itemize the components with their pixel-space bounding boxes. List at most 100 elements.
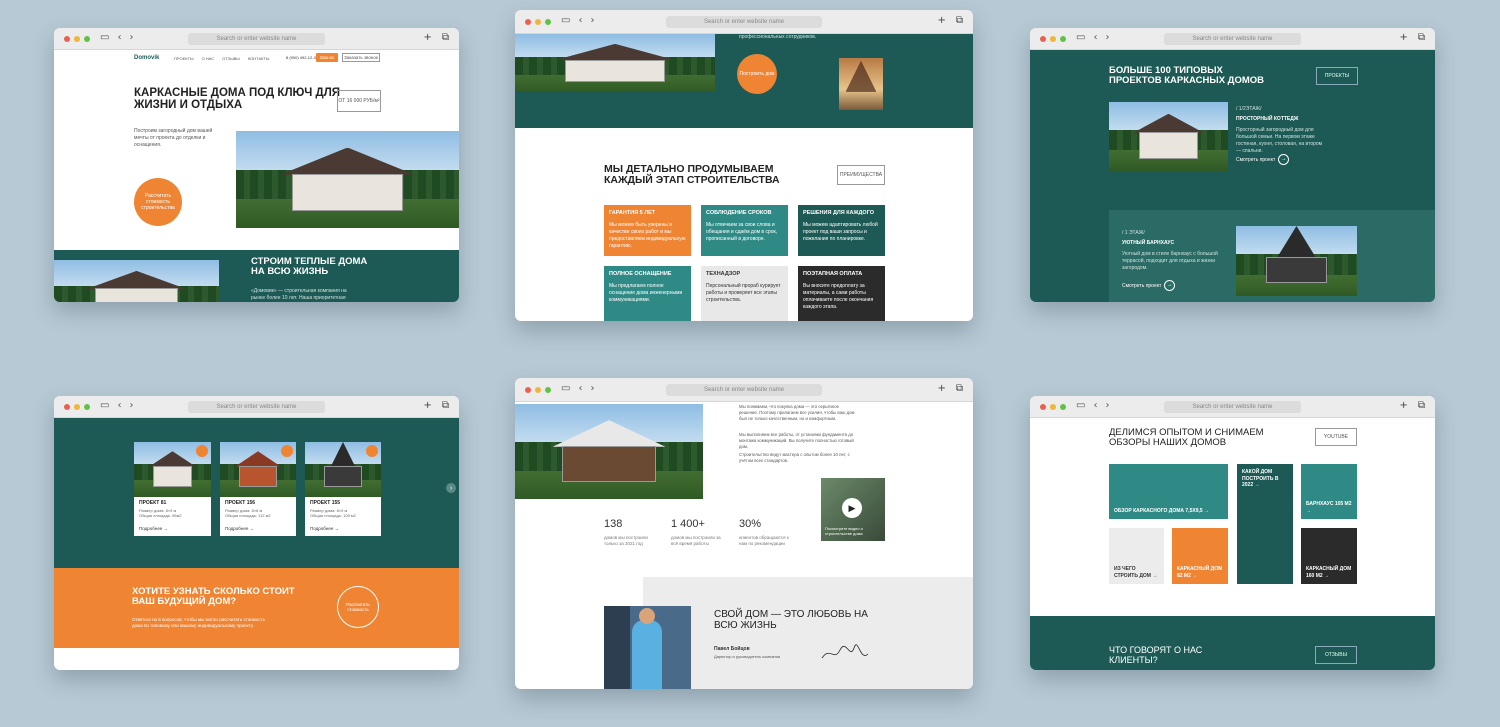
address-bar[interactable]: Search or enter website name bbox=[1163, 33, 1302, 45]
main-nav: ПРОЕКТЫ О НАС ОТЗЫВЫ КОНТАКТЫ bbox=[174, 56, 269, 61]
back-icon[interactable]: ‹ bbox=[117, 400, 121, 411]
more-link[interactable]: Подробнее → bbox=[310, 526, 339, 531]
video-tile[interactable]: КАРКАСНЫЙ ДОМ 82 М2 → bbox=[1172, 528, 1228, 584]
minimize-dot-icon[interactable] bbox=[535, 387, 541, 393]
view-project-link[interactable]: Смотреть проект → bbox=[1122, 280, 1176, 291]
address-bar[interactable]: Search or enter website name bbox=[187, 33, 326, 45]
call-button[interactable]: Звонок bbox=[316, 53, 338, 62]
link-label: Смотреть проект bbox=[1236, 156, 1276, 163]
address-bar[interactable]: Search or enter website name bbox=[666, 384, 822, 396]
address-bar[interactable]: Search or enter website name bbox=[666, 16, 822, 28]
project-card[interactable]: ПРОЕКТ 156 Размер дома: 8×8 м Общая площ… bbox=[220, 442, 296, 536]
tabs-icon[interactable]: ⧉ bbox=[956, 15, 963, 26]
project-card[interactable]: ПРОЕКТ 155 Размер дома: 8×9 м Общая площ… bbox=[305, 442, 381, 536]
project-text: Уютный дом в стиле барнхаус с большой те… bbox=[1122, 251, 1218, 271]
more-link[interactable]: Подробнее → bbox=[139, 526, 168, 531]
youtube-bracket[interactable]: YOUTUBE bbox=[1315, 428, 1357, 446]
address-bar[interactable]: Search or enter website name bbox=[1163, 401, 1302, 413]
video-tile[interactable]: КАРКАСНЫЙ ДОМ 160 М2 → bbox=[1301, 528, 1357, 584]
calculate-button[interactable]: Рассчитать стоимость bbox=[337, 586, 379, 628]
forward-icon[interactable]: › bbox=[590, 383, 594, 394]
forward-icon[interactable]: › bbox=[1105, 400, 1109, 411]
videos-title: ДЕЛИМСЯ ОПЫТОМ И СНИМАЕМ ОБЗОРЫ НАШИХ ДО… bbox=[1109, 427, 1264, 449]
forward-icon[interactable]: › bbox=[1105, 32, 1109, 43]
back-icon[interactable]: ‹ bbox=[1093, 32, 1097, 43]
new-tab-icon[interactable]: + bbox=[423, 400, 431, 411]
video-tile[interactable]: ИЗ ЧЕГО СТРОИТЬ ДОМ → bbox=[1109, 528, 1164, 584]
video-tile[interactable]: ОБЗОР КАРКАСНОГО ДОМА 7,5Х9,5 → bbox=[1109, 464, 1228, 519]
maximize-dot-icon[interactable] bbox=[1060, 36, 1066, 42]
sidebar-icon[interactable]: ▭ bbox=[1076, 32, 1085, 43]
sidebar-icon[interactable]: ▭ bbox=[561, 383, 570, 394]
about-paragraph: Строительство ведут мастера с опытом бол… bbox=[739, 452, 850, 464]
site-logo[interactable]: Domovik bbox=[134, 55, 159, 61]
sidebar-icon[interactable]: ▭ bbox=[100, 32, 109, 43]
forward-icon[interactable]: › bbox=[129, 400, 133, 411]
close-dot-icon[interactable] bbox=[525, 19, 531, 25]
quote-title: СВОЙ ДОМ — ЭТО ЛЮБОВЬ НА ВСЮ ЖИЗНЬ bbox=[714, 609, 868, 631]
slider-next-arrow-icon[interactable]: › bbox=[446, 483, 456, 493]
video-tile[interactable]: БАРНХАУС 105 М2 → bbox=[1301, 464, 1357, 519]
stat-value: 1 400+ bbox=[671, 518, 705, 530]
feature-title: ПОЭТАПНАЯ ОПЛАТА bbox=[803, 271, 863, 277]
person-role: Директор и руководитель компании bbox=[714, 654, 781, 659]
back-icon[interactable]: ‹ bbox=[578, 383, 582, 394]
minimize-dot-icon[interactable] bbox=[1050, 404, 1056, 410]
back-icon[interactable]: ‹ bbox=[117, 32, 121, 43]
new-tab-icon[interactable]: + bbox=[1399, 400, 1407, 411]
forward-icon[interactable]: › bbox=[590, 15, 594, 26]
close-dot-icon[interactable] bbox=[64, 36, 70, 42]
minimize-dot-icon[interactable] bbox=[1050, 36, 1056, 42]
tabs-icon[interactable]: ⧉ bbox=[1418, 400, 1425, 411]
calculator-section bbox=[54, 568, 459, 648]
new-tab-icon[interactable]: + bbox=[937, 383, 945, 394]
new-tab-icon[interactable]: + bbox=[423, 32, 431, 43]
close-dot-icon[interactable] bbox=[525, 387, 531, 393]
maximize-dot-icon[interactable] bbox=[84, 36, 90, 42]
close-dot-icon[interactable] bbox=[1040, 36, 1046, 42]
back-icon[interactable]: ‹ bbox=[578, 15, 582, 26]
maximize-dot-icon[interactable] bbox=[545, 387, 551, 393]
nav-item-reviews[interactable]: ОТЗЫВЫ bbox=[222, 56, 240, 61]
project-title: ПРОЕКТ 155 bbox=[310, 500, 341, 507]
view-project-link[interactable]: Смотреть проект → bbox=[1236, 154, 1290, 165]
tabs-icon[interactable]: ⧉ bbox=[442, 32, 449, 43]
sidebar-icon[interactable]: ▭ bbox=[100, 400, 109, 411]
feature-card: ПОЛНОЕ ОСНАЩЕНИЕ Мы предлагаем полное осн… bbox=[604, 266, 691, 321]
calculator-title: ХОТИТЕ УЗНАТЬ СКОЛЬКО СТОИТ ВАШ БУДУЩИЙ … bbox=[132, 586, 295, 608]
new-tab-icon[interactable]: + bbox=[937, 15, 945, 26]
nav-item-projects[interactable]: ПРОЕКТЫ bbox=[174, 56, 194, 61]
callback-button[interactable]: Заказать звонок bbox=[342, 53, 380, 62]
tabs-icon[interactable]: ⧉ bbox=[956, 383, 963, 394]
maximize-dot-icon[interactable] bbox=[545, 19, 551, 25]
about-title: СТРОИМ ТЕПЛЫЕ ДОМА НА ВСЮ ЖИЗНЬ bbox=[251, 256, 368, 278]
forward-icon[interactable]: › bbox=[129, 32, 133, 43]
address-bar[interactable]: Search or enter website name bbox=[187, 401, 326, 413]
back-icon[interactable]: ‹ bbox=[1093, 400, 1097, 411]
play-icon[interactable]: ▶ bbox=[842, 498, 862, 518]
sidebar-icon[interactable]: ▭ bbox=[1076, 400, 1085, 411]
video-tile[interactable]: КАКОЙ ДОМ ПОСТРОИТЬ В 2022 → bbox=[1237, 464, 1293, 584]
more-link[interactable]: Подробнее → bbox=[225, 526, 254, 531]
new-tab-icon[interactable]: + bbox=[1399, 32, 1407, 43]
calculate-cost-button[interactable]: Рассчитать стоимость строительства bbox=[134, 178, 182, 226]
nav-item-about[interactable]: О НАС bbox=[202, 56, 215, 61]
sidebar-icon[interactable]: ▭ bbox=[561, 15, 570, 26]
maximize-dot-icon[interactable] bbox=[84, 404, 90, 410]
feature-card: ПОЭТАПНАЯ ОПЛАТА Вы вносите предоплату за… bbox=[798, 266, 885, 321]
nav-item-contacts[interactable]: КОНТАКТЫ bbox=[248, 56, 270, 61]
project-card[interactable]: ПРОЕКТ 81 Размер дома: 8×9 м Общая площа… bbox=[134, 442, 211, 536]
video-thumbnail[interactable]: ▶ Посмотрите видео о строительстве дома bbox=[821, 478, 885, 541]
tabs-icon[interactable]: ⧉ bbox=[442, 400, 449, 411]
minimize-dot-icon[interactable] bbox=[74, 36, 80, 42]
close-dot-icon[interactable] bbox=[64, 404, 70, 410]
build-house-button[interactable]: Построить дом bbox=[737, 54, 777, 94]
phone-number[interactable]: 8 (900) 492-12-31 bbox=[286, 55, 318, 60]
tabs-icon[interactable]: ⧉ bbox=[1418, 32, 1425, 43]
maximize-dot-icon[interactable] bbox=[1060, 404, 1066, 410]
minimize-dot-icon[interactable] bbox=[535, 19, 541, 25]
interior-image bbox=[839, 58, 883, 110]
close-dot-icon[interactable] bbox=[1040, 404, 1046, 410]
stat-item: 30% клиентов обращаются к нам по рекоменд… bbox=[739, 518, 791, 547]
minimize-dot-icon[interactable] bbox=[74, 404, 80, 410]
